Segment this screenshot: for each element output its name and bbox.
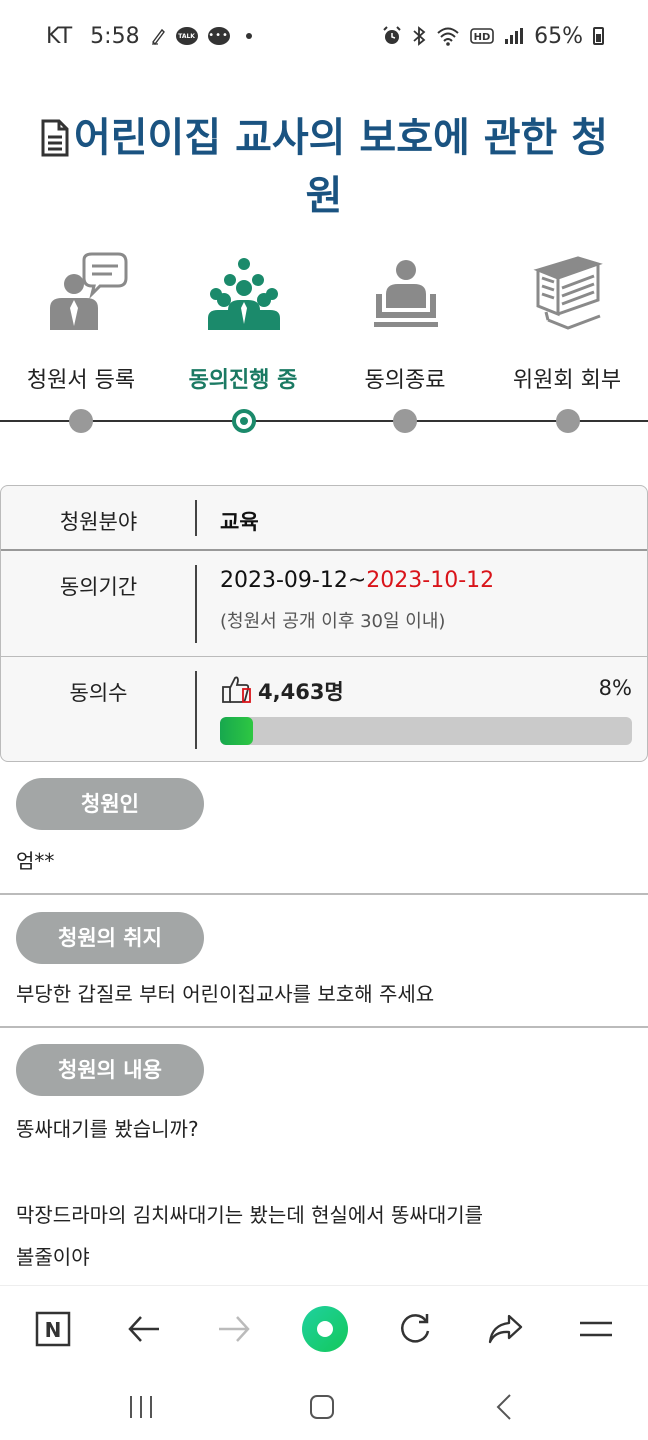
purpose-value: 부당한 갑질로 부터 어린이집교사를 보호해 주세요 — [16, 982, 435, 1006]
back-nav-icon[interactable] — [484, 1387, 524, 1427]
info-row-period: 동의기간 2023-09-12~2023-10-12 (청원서 공개 이후 30… — [1, 551, 647, 657]
petition-info-table: 청원분야 교육 동의기간 2023-09-12~2023-10-12 (청원서 … — [0, 485, 648, 762]
page-title-text: 어린이집 교사의 보호에 관한 청원 — [73, 115, 609, 219]
count-value: 4,463명 — [258, 680, 344, 704]
percent-value: 8% — [598, 676, 632, 700]
petition-steps: 청원서 등록 동의진행 중 동의종료 위원회 회부 — [0, 250, 648, 450]
content-line-2: 막장드라마의 김치싸대기는 봤는데 현실에서 똥싸대기를 — [16, 1203, 484, 1227]
naver-icon[interactable]: N — [28, 1304, 78, 1354]
count-line: 4,463명 8% — [220, 673, 632, 705]
status-right: HD 65% — [382, 24, 604, 49]
step-label-register: 청원서 등록 — [26, 368, 136, 393]
period-label: 동의기간 — [59, 575, 138, 599]
dot-icon — [245, 33, 252, 39]
section-divider — [0, 1026, 648, 1028]
period-start: 2023-09-12~ — [220, 568, 367, 593]
status-left: KT 5:58 TALK ••• — [46, 24, 252, 49]
step-label-end: 동의종료 — [364, 368, 446, 393]
alarm-icon — [382, 26, 402, 46]
signal-icon — [504, 27, 524, 45]
chat-icon: ••• — [207, 27, 230, 45]
system-navigation — [0, 1375, 648, 1440]
step-dot-end — [393, 409, 417, 433]
content-line-1: 똥싸대기를 봤습니까? — [16, 1117, 199, 1141]
time-label: 5:58 — [90, 23, 140, 49]
info-row-count: 동의수 4,463명 8% — [1, 657, 647, 761]
bluetooth-icon — [412, 26, 426, 46]
row-divider — [195, 671, 197, 749]
home-green-icon[interactable] — [300, 1304, 350, 1354]
status-bar: KT 5:58 TALK ••• HD 65% — [0, 0, 648, 72]
naver-letter: N — [45, 1318, 62, 1342]
step-label-committee: 위원회 회부 — [512, 368, 622, 393]
battery-percent: 65% — [534, 23, 583, 49]
agreement-progress-bar — [220, 717, 632, 745]
petitioner-value: 엄** — [16, 849, 55, 873]
pen-icon — [150, 27, 166, 45]
back-icon[interactable] — [119, 1304, 169, 1354]
document-icon — [40, 118, 70, 170]
refresh-icon[interactable] — [390, 1304, 440, 1354]
content-heading: 청원의 내용 — [16, 1044, 204, 1096]
section-divider — [0, 893, 648, 895]
committee-referral-icon — [518, 250, 618, 334]
step-timeline-line — [0, 420, 648, 422]
browser-toolbar: N — [0, 1285, 648, 1375]
svg-text:HD: HD — [474, 32, 491, 43]
page-title: 어린이집 교사의 보호에 관한 청원 — [0, 112, 648, 222]
share-icon[interactable] — [480, 1304, 530, 1354]
recent-apps-icon[interactable] — [121, 1387, 161, 1427]
step-dot-committee — [556, 409, 580, 433]
battery-icon — [593, 27, 604, 45]
home-icon[interactable] — [302, 1387, 342, 1427]
kakaotalk-icon: TALK — [175, 27, 198, 45]
row-divider — [195, 565, 197, 643]
row-divider — [195, 500, 197, 536]
info-row-field: 청원분야 교육 — [1, 486, 647, 551]
thumbs-up-icon — [220, 673, 252, 710]
field-label: 청원분야 — [59, 510, 138, 534]
step-label-progress: 동의진행 중 — [188, 368, 298, 393]
wifi-icon — [436, 26, 460, 46]
step-dot-register — [69, 409, 93, 433]
count-label: 동의수 — [69, 681, 128, 705]
step-dot-progress — [232, 409, 256, 433]
period-end: 2023-10-12 — [366, 568, 495, 593]
agreement-progress-fill — [220, 717, 253, 745]
petitioner-heading: 청원인 — [16, 778, 204, 830]
content-line-3: 볼줄이야 — [16, 1245, 90, 1269]
period-value: 2023-09-12~2023-10-12 — [220, 568, 494, 593]
carrier-label: KT — [46, 23, 73, 49]
agreement-end-icon — [356, 250, 456, 334]
petition-register-icon — [34, 250, 134, 334]
period-note: (청원서 공개 이후 30일 이내) — [220, 611, 446, 632]
menu-icon[interactable] — [571, 1304, 621, 1354]
forward-icon[interactable] — [209, 1304, 259, 1354]
agreement-progress-icon — [194, 250, 294, 334]
hd-icon: HD — [470, 27, 494, 45]
purpose-heading: 청원의 취지 — [16, 912, 204, 964]
field-value: 교육 — [220, 510, 259, 534]
